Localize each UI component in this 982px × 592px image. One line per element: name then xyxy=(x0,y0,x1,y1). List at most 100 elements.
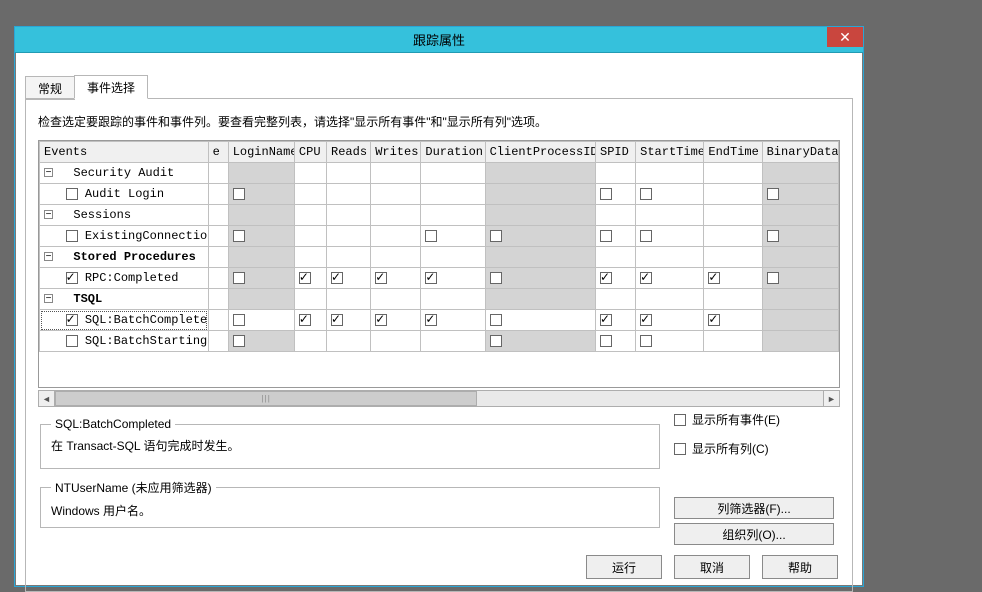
event-description-legend: SQL:BatchCompleted xyxy=(51,417,175,431)
cell-checkbox[interactable] xyxy=(600,188,612,200)
column-filter-button[interactable]: 列筛选器(F)... xyxy=(674,497,834,519)
col-events[interactable]: Events xyxy=(40,142,209,163)
col-login[interactable]: LoginName xyxy=(228,142,294,163)
horizontal-scrollbar[interactable]: ◄ ||| ► xyxy=(38,390,840,407)
collapse-icon[interactable]: − xyxy=(44,168,53,177)
col-spid[interactable]: SPID xyxy=(596,142,636,163)
options-panel: 显示所有事件(E) 显示所有列(C) 列筛选器(F)... 组织列(O)... xyxy=(674,411,834,549)
cell-checkbox[interactable] xyxy=(640,272,652,284)
row-security-audit[interactable]: − Security Audit xyxy=(40,163,839,184)
grip-icon: ||| xyxy=(262,394,271,403)
event-checkbox[interactable] xyxy=(66,188,78,200)
col-cpu[interactable]: CPU xyxy=(294,142,326,163)
cell-checkbox[interactable] xyxy=(233,272,245,284)
cell-checkbox[interactable] xyxy=(640,230,652,242)
show-all-events-checkbox[interactable] xyxy=(674,414,686,426)
col-starttime[interactable]: StartTime xyxy=(636,142,704,163)
titlebar: 跟踪属性 ✕ xyxy=(15,27,863,53)
tab-event-selection[interactable]: 事件选择 xyxy=(74,75,148,99)
col-endtime[interactable]: EndTime xyxy=(704,142,762,163)
show-all-columns-option[interactable]: 显示所有列(C) xyxy=(674,440,834,457)
row-label: ExistingConnection xyxy=(85,229,208,243)
tab-general[interactable]: 常规 xyxy=(25,76,75,100)
cell-checkbox[interactable] xyxy=(600,314,612,326)
scroll-left-button[interactable]: ◄ xyxy=(38,390,55,407)
row-batch-starting[interactable]: SQL:BatchStarting xyxy=(40,331,839,352)
column-description-legend: NTUserName (未应用筛选器) xyxy=(51,479,216,496)
scroll-thumb[interactable]: ||| xyxy=(55,391,477,406)
cell-checkbox[interactable] xyxy=(233,335,245,347)
events-grid: Events e LoginName CPU Reads Writes Dura… xyxy=(38,140,840,388)
tab-panel-events: 检查选定要跟踪的事件和事件列。要查看完整列表，请选择"显示所有事件"和"显示所有… xyxy=(25,98,853,592)
help-button[interactable]: 帮助 xyxy=(762,555,838,579)
close-button[interactable]: ✕ xyxy=(827,27,863,47)
cell-checkbox[interactable] xyxy=(425,314,437,326)
cell-checkbox[interactable] xyxy=(767,272,779,284)
organize-columns-button[interactable]: 组织列(O)... xyxy=(674,523,834,545)
col-e[interactable]: e xyxy=(208,142,228,163)
cell-checkbox[interactable] xyxy=(767,188,779,200)
cell-checkbox[interactable] xyxy=(600,335,612,347)
cell-checkbox[interactable] xyxy=(640,188,652,200)
cell-checkbox[interactable] xyxy=(640,335,652,347)
row-sessions[interactable]: − Sessions xyxy=(40,205,839,226)
col-binarydata[interactable]: BinaryData xyxy=(762,142,838,163)
col-clientpid[interactable]: ClientProcessID xyxy=(485,142,595,163)
cell-checkbox[interactable] xyxy=(299,314,311,326)
row-tsql[interactable]: − TSQL xyxy=(40,289,839,310)
col-writes[interactable]: Writes xyxy=(371,142,421,163)
event-checkbox[interactable] xyxy=(66,335,78,347)
collapse-icon[interactable]: − xyxy=(44,210,53,219)
cell-checkbox[interactable] xyxy=(600,272,612,284)
cell-checkbox[interactable] xyxy=(425,272,437,284)
row-label: RPC:Completed xyxy=(85,271,179,285)
cell-checkbox[interactable] xyxy=(640,314,652,326)
collapse-icon[interactable]: − xyxy=(44,252,53,261)
cell-checkbox[interactable] xyxy=(233,314,245,326)
scroll-right-button[interactable]: ► xyxy=(823,390,840,407)
cell-checkbox[interactable] xyxy=(375,272,387,284)
row-stored-procedures[interactable]: − Stored Procedures xyxy=(40,247,839,268)
column-description-group: NTUserName (未应用筛选器) Windows 用户名。 xyxy=(40,479,660,528)
row-batch-completed[interactable]: SQL:BatchCompleted xyxy=(40,310,839,331)
cell-checkbox[interactable] xyxy=(233,230,245,242)
row-label: Stored Procedures xyxy=(73,250,195,264)
cell-checkbox[interactable] xyxy=(767,230,779,242)
window-title: 跟踪属性 xyxy=(15,30,863,49)
row-label: SQL:BatchStarting xyxy=(85,334,207,348)
row-rpc-completed[interactable]: RPC:Completed xyxy=(40,268,839,289)
cell-checkbox[interactable] xyxy=(331,272,343,284)
cell-checkbox[interactable] xyxy=(375,314,387,326)
event-checkbox[interactable] xyxy=(66,314,78,326)
event-checkbox[interactable] xyxy=(66,230,78,242)
cell-checkbox[interactable] xyxy=(331,314,343,326)
cell-checkbox[interactable] xyxy=(490,230,502,242)
row-label: SQL:BatchCompleted xyxy=(85,313,208,327)
cell-checkbox[interactable] xyxy=(425,230,437,242)
close-icon: ✕ xyxy=(839,29,851,46)
cell-checkbox[interactable] xyxy=(708,314,720,326)
show-all-columns-label: 显示所有列(C) xyxy=(692,440,769,457)
cancel-button[interactable]: 取消 xyxy=(674,555,750,579)
show-all-events-option[interactable]: 显示所有事件(E) xyxy=(674,411,834,428)
row-existing-connection[interactable]: ExistingConnection xyxy=(40,226,839,247)
show-all-columns-checkbox[interactable] xyxy=(674,443,686,455)
instruction-text: 检查选定要跟踪的事件和事件列。要查看完整列表，请选择"显示所有事件"和"显示所有… xyxy=(38,113,840,130)
cell-checkbox[interactable] xyxy=(708,272,720,284)
dialog-footer: 运行 取消 帮助 xyxy=(586,555,838,583)
collapse-icon[interactable]: − xyxy=(44,294,53,303)
row-audit-login[interactable]: Audit Login xyxy=(40,184,839,205)
scroll-track[interactable]: ||| xyxy=(55,390,823,407)
cell-checkbox[interactable] xyxy=(490,335,502,347)
col-duration[interactable]: Duration xyxy=(421,142,485,163)
cell-checkbox[interactable] xyxy=(233,188,245,200)
column-description-text: Windows 用户名。 xyxy=(51,502,649,519)
cell-checkbox[interactable] xyxy=(299,272,311,284)
tab-strip: 常规 事件选择 xyxy=(25,75,853,99)
run-button[interactable]: 运行 xyxy=(586,555,662,579)
cell-checkbox[interactable] xyxy=(600,230,612,242)
col-reads[interactable]: Reads xyxy=(327,142,371,163)
cell-checkbox[interactable] xyxy=(490,314,502,326)
event-checkbox[interactable] xyxy=(66,272,78,284)
cell-checkbox[interactable] xyxy=(490,272,502,284)
